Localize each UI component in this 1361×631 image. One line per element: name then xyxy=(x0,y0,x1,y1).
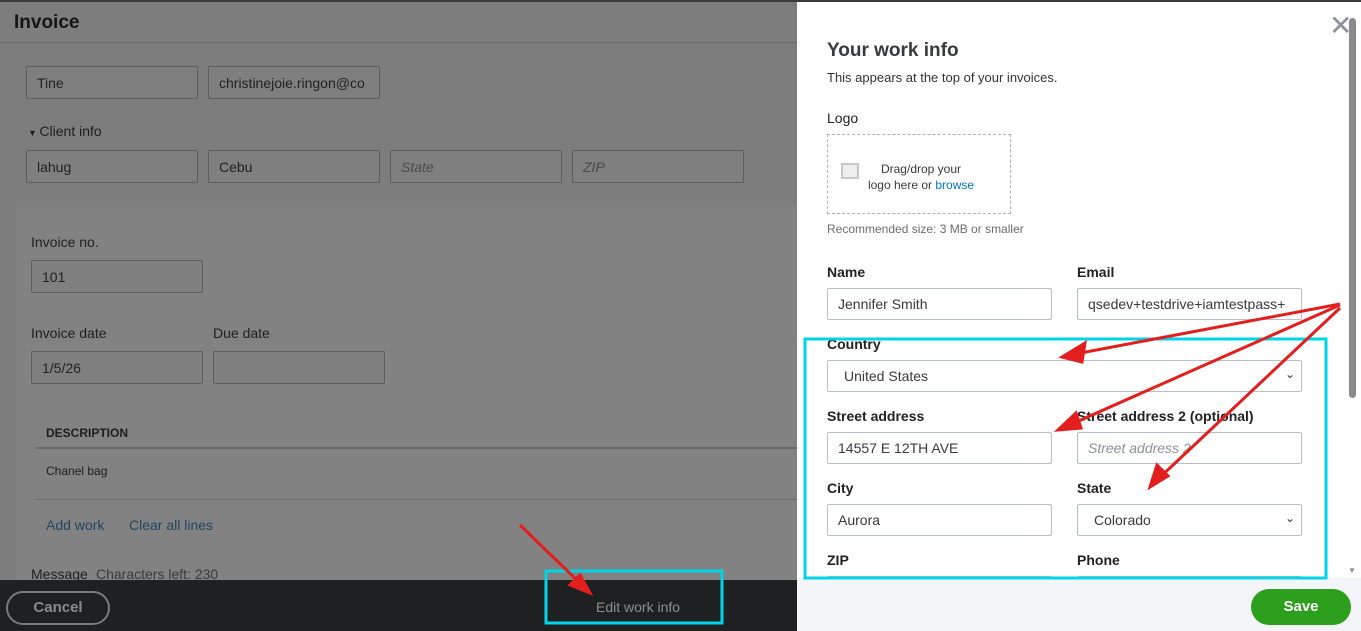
annotation-box-address xyxy=(803,337,1328,580)
annotation-box-edit xyxy=(544,569,724,625)
annotation-arrows xyxy=(518,302,1342,596)
annotation-overlay xyxy=(518,302,1342,625)
